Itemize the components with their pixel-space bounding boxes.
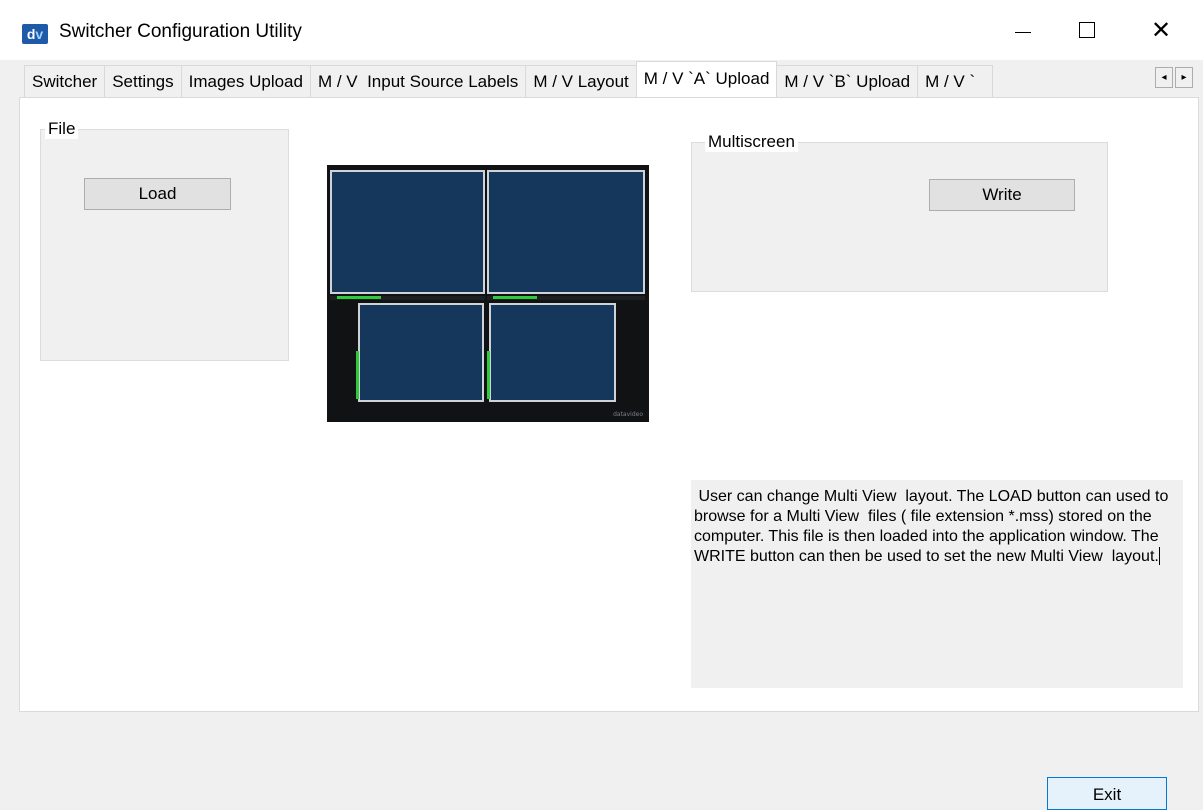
tab-strip: Switcher Settings Images Upload M / V In… <box>24 61 1199 97</box>
write-button[interactable]: Write <box>929 179 1075 211</box>
preview-pane-bottom-right <box>489 303 616 402</box>
multiview-layout-preview: datavideo <box>327 165 649 422</box>
window-title: Switcher Configuration Utility <box>59 21 302 42</box>
app-logo-icon: dv <box>22 24 48 44</box>
tab-scroll-left-button[interactable]: ◂ <box>1155 67 1173 88</box>
load-button[interactable]: Load <box>84 178 231 210</box>
preview-pane-top-right <box>487 170 645 294</box>
tab-mv-input-source-labels[interactable]: M / V Input Source Labels <box>309 65 527 97</box>
tab-settings[interactable]: Settings <box>104 65 182 97</box>
tab-content-panel: File Load datavideo Multiscreen Write Us… <box>19 97 1199 712</box>
tab-switcher[interactable]: Switcher <box>24 65 106 97</box>
preview-pane-top-left <box>330 170 485 294</box>
preview-pane-bottom-left <box>358 303 484 402</box>
info-text: User can change Multi View layout. The L… <box>694 488 1173 565</box>
title-bar: dv Switcher Configuration Utility ✕ <box>0 0 1203 60</box>
maximize-button[interactable] <box>1064 8 1110 52</box>
exit-button[interactable]: Exit <box>1047 777 1167 810</box>
tab-scroll-right-button[interactable]: ▸ <box>1175 67 1193 88</box>
audio-meter <box>337 296 381 299</box>
audio-meter <box>493 296 537 299</box>
preview-logo: datavideo <box>613 411 643 418</box>
file-group-title: File <box>45 119 79 139</box>
tab-mv-a-upload[interactable]: M / V `A` Upload <box>635 61 778 97</box>
tab-mv-b-upload[interactable]: M / V `B` Upload <box>776 65 919 97</box>
minimize-button[interactable] <box>1000 8 1046 52</box>
text-caret <box>1158 547 1160 565</box>
audio-meter <box>356 351 359 399</box>
info-textbox[interactable]: User can change Multi View layout. The L… <box>691 480 1183 688</box>
multiscreen-group-title: Multiscreen <box>705 132 798 152</box>
tab-images-upload[interactable]: Images Upload <box>180 65 311 97</box>
tab-mv-partial[interactable]: M / V ` <box>917 65 994 97</box>
multiscreen-groupbox: Multiscreen Write <box>691 132 1108 292</box>
tab-mv-layout[interactable]: M / V Layout <box>525 65 637 97</box>
file-groupbox: File Load <box>40 119 289 361</box>
close-button[interactable]: ✕ <box>1138 8 1184 52</box>
audio-meter <box>487 351 490 399</box>
